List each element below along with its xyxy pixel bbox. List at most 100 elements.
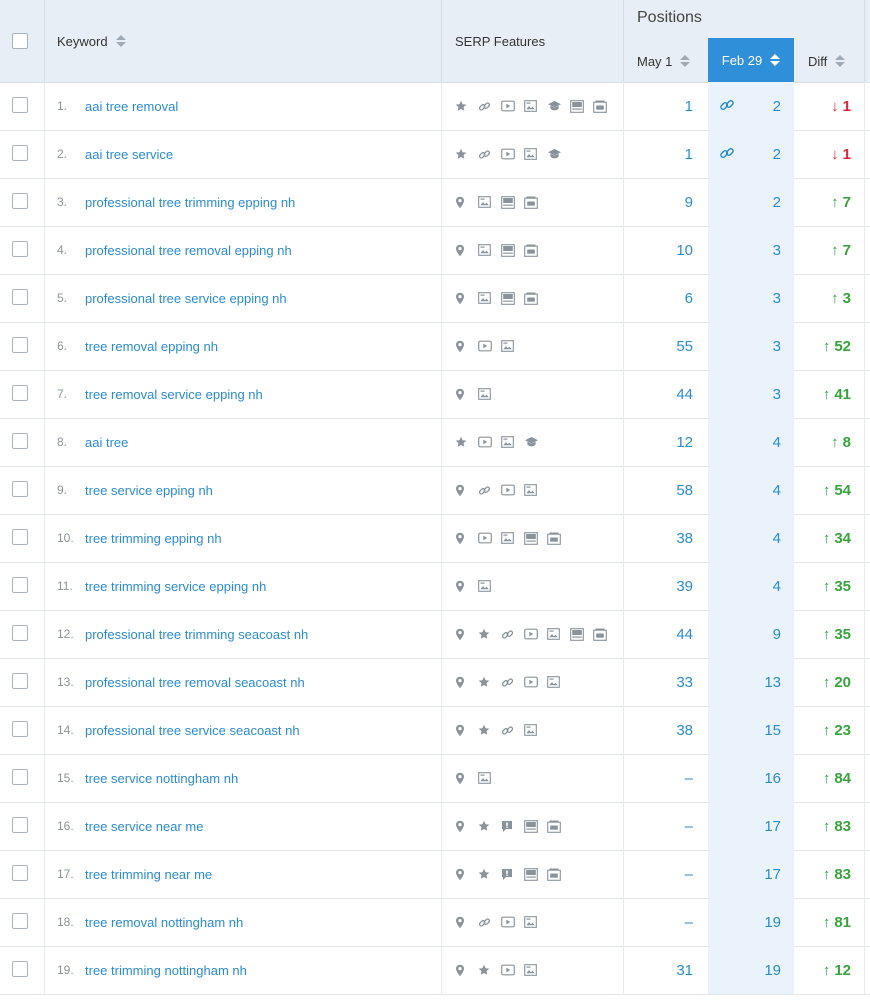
- feb-position[interactable]: 17: [708, 802, 781, 850]
- keyword-column-header[interactable]: Keyword: [57, 0, 126, 82]
- feb-position[interactable]: 4: [708, 418, 781, 466]
- may-position[interactable]: 55: [623, 322, 693, 370]
- feb-position[interactable]: 4: [708, 562, 781, 610]
- may-position[interactable]: 12: [623, 418, 693, 466]
- keyword-link[interactable]: tree removal service epping nh: [85, 370, 263, 418]
- may-position[interactable]: –: [623, 754, 693, 802]
- link-icon: [501, 610, 524, 658]
- keyword-link[interactable]: tree removal nottingham nh: [85, 898, 243, 946]
- feb-position[interactable]: 3: [708, 370, 781, 418]
- keyword-link[interactable]: tree removal epping nh: [85, 322, 218, 370]
- diff-column-header[interactable]: Diff: [808, 40, 846, 82]
- feb-position[interactable]: 16: [708, 754, 781, 802]
- may-position[interactable]: 44: [623, 610, 693, 658]
- position-diff: ↑ 8: [794, 418, 851, 466]
- sort-icon[interactable]: [770, 54, 781, 66]
- may-position[interactable]: 10: [623, 226, 693, 274]
- link-icon: [478, 130, 501, 178]
- row-checkbox[interactable]: [12, 337, 28, 353]
- keyword-link[interactable]: professional tree service epping nh: [85, 274, 287, 322]
- table-row: 3. professional tree trimming epping nh …: [0, 178, 870, 227]
- may-position[interactable]: 1: [623, 130, 693, 178]
- keyword-link[interactable]: professional tree trimming epping nh: [85, 178, 295, 226]
- keyword-link[interactable]: professional tree service seacoast nh: [85, 706, 300, 754]
- image-icon: [501, 418, 524, 466]
- keyword-link[interactable]: aai tree: [85, 418, 128, 466]
- row-checkbox[interactable]: [12, 433, 28, 449]
- row-number: 15.: [57, 771, 74, 785]
- row-checkbox[interactable]: [12, 865, 28, 881]
- row-checkbox[interactable]: [12, 625, 28, 641]
- keyword-link[interactable]: tree service near me: [85, 802, 204, 850]
- feb-column-header[interactable]: Feb 29: [708, 38, 794, 82]
- pin-icon: [455, 370, 478, 418]
- may-position[interactable]: –: [623, 802, 693, 850]
- keyword-link[interactable]: professional tree removal epping nh: [85, 226, 292, 274]
- feb-position[interactable]: 3: [708, 274, 781, 322]
- feb-position[interactable]: 9: [708, 610, 781, 658]
- row-checkbox[interactable]: [12, 241, 28, 257]
- feb-position[interactable]: 2: [708, 178, 781, 226]
- position-diff: ↑ 34: [794, 514, 851, 562]
- feb-position[interactable]: 13: [708, 658, 781, 706]
- may-position[interactable]: 38: [623, 706, 693, 754]
- row-checkbox[interactable]: [12, 577, 28, 593]
- keyword-link[interactable]: tree trimming epping nh: [85, 514, 222, 562]
- keyword-link[interactable]: aai tree service: [85, 130, 173, 178]
- feb-position[interactable]: 2: [708, 130, 781, 178]
- feb-position[interactable]: 4: [708, 514, 781, 562]
- select-all-checkbox-cell[interactable]: [12, 0, 28, 82]
- row-checkbox[interactable]: [12, 529, 28, 545]
- may-position[interactable]: 31: [623, 946, 693, 994]
- keyword-link[interactable]: aai tree removal: [85, 82, 178, 130]
- row-checkbox[interactable]: [12, 769, 28, 785]
- keyword-link[interactable]: professional tree trimming seacoast nh: [85, 610, 308, 658]
- may-position[interactable]: –: [623, 850, 693, 898]
- row-checkbox[interactable]: [12, 97, 28, 113]
- feb-position[interactable]: 17: [708, 850, 781, 898]
- may-position[interactable]: 38: [623, 514, 693, 562]
- keyword-link[interactable]: tree trimming nottingham nh: [85, 946, 247, 994]
- row-checkbox[interactable]: [12, 385, 28, 401]
- serp-features: [455, 466, 547, 514]
- sort-icon[interactable]: [115, 35, 126, 47]
- feb-position[interactable]: 3: [708, 226, 781, 274]
- keyword-link[interactable]: professional tree removal seacoast nh: [85, 658, 305, 706]
- edu-icon: [547, 82, 570, 130]
- select-all-checkbox[interactable]: [12, 33, 28, 49]
- row-checkbox[interactable]: [12, 721, 28, 737]
- row-checkbox[interactable]: [12, 193, 28, 209]
- diff-value: 8: [842, 433, 851, 451]
- row-checkbox[interactable]: [12, 673, 28, 689]
- keyword-link[interactable]: tree trimming near me: [85, 850, 212, 898]
- may-position[interactable]: 44: [623, 370, 693, 418]
- feb-position[interactable]: 15: [708, 706, 781, 754]
- may-position[interactable]: 58: [623, 466, 693, 514]
- may-position[interactable]: 39: [623, 562, 693, 610]
- keyword-link[interactable]: tree service nottingham nh: [85, 754, 238, 802]
- sort-icon[interactable]: [835, 55, 846, 67]
- may-column-header[interactable]: May 1: [637, 40, 691, 82]
- row-checkbox[interactable]: [12, 961, 28, 977]
- row-checkbox[interactable]: [12, 913, 28, 929]
- row-checkbox[interactable]: [12, 289, 28, 305]
- row-checkbox[interactable]: [12, 145, 28, 161]
- may-position[interactable]: 9: [623, 178, 693, 226]
- feb-position[interactable]: 19: [708, 946, 781, 994]
- feb-position[interactable]: 19: [708, 898, 781, 946]
- may-position[interactable]: –: [623, 898, 693, 946]
- row-checkbox[interactable]: [12, 817, 28, 833]
- may-position[interactable]: 6: [623, 274, 693, 322]
- feb-position[interactable]: 3: [708, 322, 781, 370]
- feb-position[interactable]: 2: [708, 82, 781, 130]
- trend-arrow-icon: ↑: [822, 961, 831, 979]
- image-icon: [478, 274, 501, 322]
- row-checkbox[interactable]: [12, 481, 28, 497]
- feb-position[interactable]: 4: [708, 466, 781, 514]
- sort-icon[interactable]: [680, 55, 691, 67]
- keyword-link[interactable]: tree trimming service epping nh: [85, 562, 266, 610]
- keyword-link[interactable]: tree service epping nh: [85, 466, 213, 514]
- may-position[interactable]: 1: [623, 82, 693, 130]
- serp-features: [455, 418, 547, 466]
- may-position[interactable]: 33: [623, 658, 693, 706]
